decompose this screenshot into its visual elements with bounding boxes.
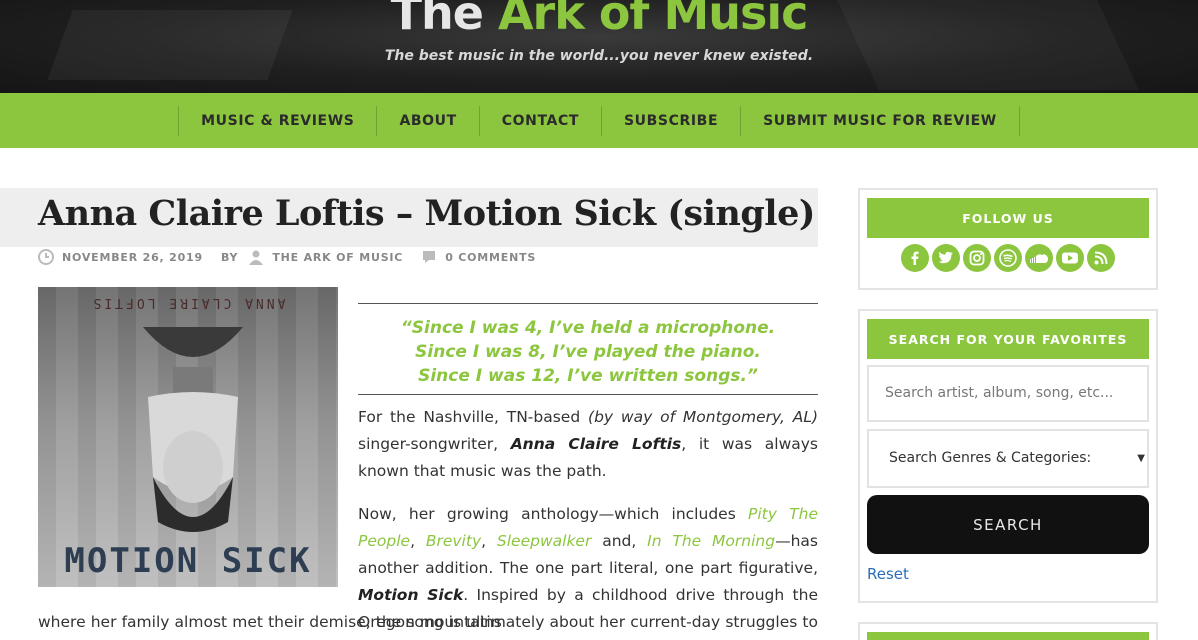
- chevron-down-icon: ▼: [1137, 453, 1145, 464]
- header-banner: The Ark of Music The best music in the w…: [0, 0, 1198, 93]
- by-label: BY: [220, 250, 239, 264]
- author-link[interactable]: THE ARK OF MUSIC: [272, 251, 403, 264]
- nav-item-about[interactable]: ABOUT: [376, 105, 478, 136]
- search-widget-title: SEARCH FOR YOUR FAVORITES: [867, 319, 1149, 359]
- album-cover-figure: [143, 327, 243, 532]
- song-link-in-the-morning[interactable]: In The Morning: [647, 532, 775, 550]
- spotify-icon[interactable]: [994, 244, 1022, 272]
- user-icon: [249, 250, 264, 265]
- reset-link[interactable]: Reset: [867, 565, 909, 583]
- site-title-part1: The: [390, 0, 498, 40]
- main-nav: MUSIC & REVIEWS ABOUT CONTACT SUBSCRIBE …: [0, 93, 1198, 148]
- site-title-part2: Ark of Music: [497, 0, 808, 40]
- follow-us-title: FOLLOW US: [867, 198, 1149, 238]
- rss-icon[interactable]: [1087, 244, 1115, 272]
- comment-icon: [423, 251, 436, 263]
- genre-category-select[interactable]: Search Genres & Categories: ▼: [867, 429, 1149, 488]
- text-span: and,: [591, 532, 648, 550]
- song-link-brevity[interactable]: Brevity: [426, 532, 481, 550]
- song-link-sleepwalker[interactable]: Sleepwalker: [497, 532, 591, 550]
- text-span: For the Nashville, TN-based: [358, 408, 589, 426]
- search-input[interactable]: Search artist, album, song, etc...: [867, 365, 1149, 422]
- genre-select-value: Search Genres & Categories:: [889, 450, 1092, 466]
- site-logo[interactable]: The Ark of Music: [0, 0, 1198, 40]
- search-widget: SEARCH FOR YOUR FAVORITES Search artist,…: [858, 309, 1158, 603]
- article-paragraph-1: For the Nashville, TN-based (by way of M…: [358, 404, 818, 485]
- nav-item-music-reviews[interactable]: MUSIC & REVIEWS: [178, 105, 376, 136]
- next-widget: [858, 622, 1158, 640]
- article-paragraph-3: where her family almost met their demise…: [38, 613, 818, 631]
- artist-name: Anna Claire Loftis: [510, 435, 682, 453]
- comments-count: 0 COMMENTS: [445, 250, 537, 264]
- song-title: Motion Sick: [358, 586, 464, 604]
- search-button[interactable]: SEARCH: [867, 495, 1149, 554]
- album-title-text: MOTION SICK: [64, 541, 312, 581]
- pull-quote: “Since I was 4, I’ve held a microphone. …: [358, 303, 818, 395]
- text-span: Now, her growing anthology—which include…: [358, 505, 749, 523]
- text-span: ,: [481, 532, 497, 550]
- post-date: NOVEMBER 26, 2019: [38, 249, 203, 265]
- nav-item-submit-music[interactable]: SUBMIT MUSIC FOR REVIEW: [740, 105, 1020, 136]
- post-meta: NOVEMBER 26, 2019 BY THE ARK OF MUSIC 0 …: [38, 248, 554, 266]
- clock-icon: [38, 249, 54, 265]
- post-author: BY THE ARK OF MUSIC: [221, 249, 403, 265]
- social-icons: [860, 244, 1156, 272]
- facebook-icon[interactable]: [901, 244, 929, 272]
- soundcloud-icon[interactable]: [1025, 244, 1053, 272]
- text-span-italic: (by way of Montgomery, AL): [588, 408, 818, 426]
- nav-item-subscribe[interactable]: SUBSCRIBE: [601, 105, 740, 136]
- quote-line-1: “Since I was 4, I’ve held a microphone.: [400, 318, 776, 338]
- nav-item-contact[interactable]: CONTACT: [478, 105, 601, 136]
- album-cover-image: ANNA CLAIRE LOFTIS MOTION SICK: [38, 287, 338, 587]
- post-date-text: NOVEMBER 26, 2019: [62, 250, 203, 264]
- follow-us-widget: FOLLOW US: [858, 188, 1158, 290]
- text-span: singer-songwriter,: [358, 435, 511, 453]
- post-title[interactable]: Anna Claire Loftis – Motion Sick (single…: [38, 193, 815, 234]
- quote-line-2: Since I was 8, I’ve played the piano.: [415, 342, 761, 362]
- text-span: ,: [410, 532, 426, 550]
- album-artist-text: ANNA CLAIRE LOFTIS: [90, 295, 286, 310]
- twitter-icon[interactable]: [932, 244, 960, 272]
- quote-line-3: Since I was 12, I’ve written songs.”: [418, 366, 758, 386]
- instagram-icon[interactable]: [963, 244, 991, 272]
- site-tagline: The best music in the world...you never …: [384, 48, 814, 64]
- post-comments[interactable]: 0 COMMENTS: [421, 249, 536, 265]
- next-widget-title: [867, 632, 1149, 640]
- youtube-icon[interactable]: [1056, 244, 1084, 272]
